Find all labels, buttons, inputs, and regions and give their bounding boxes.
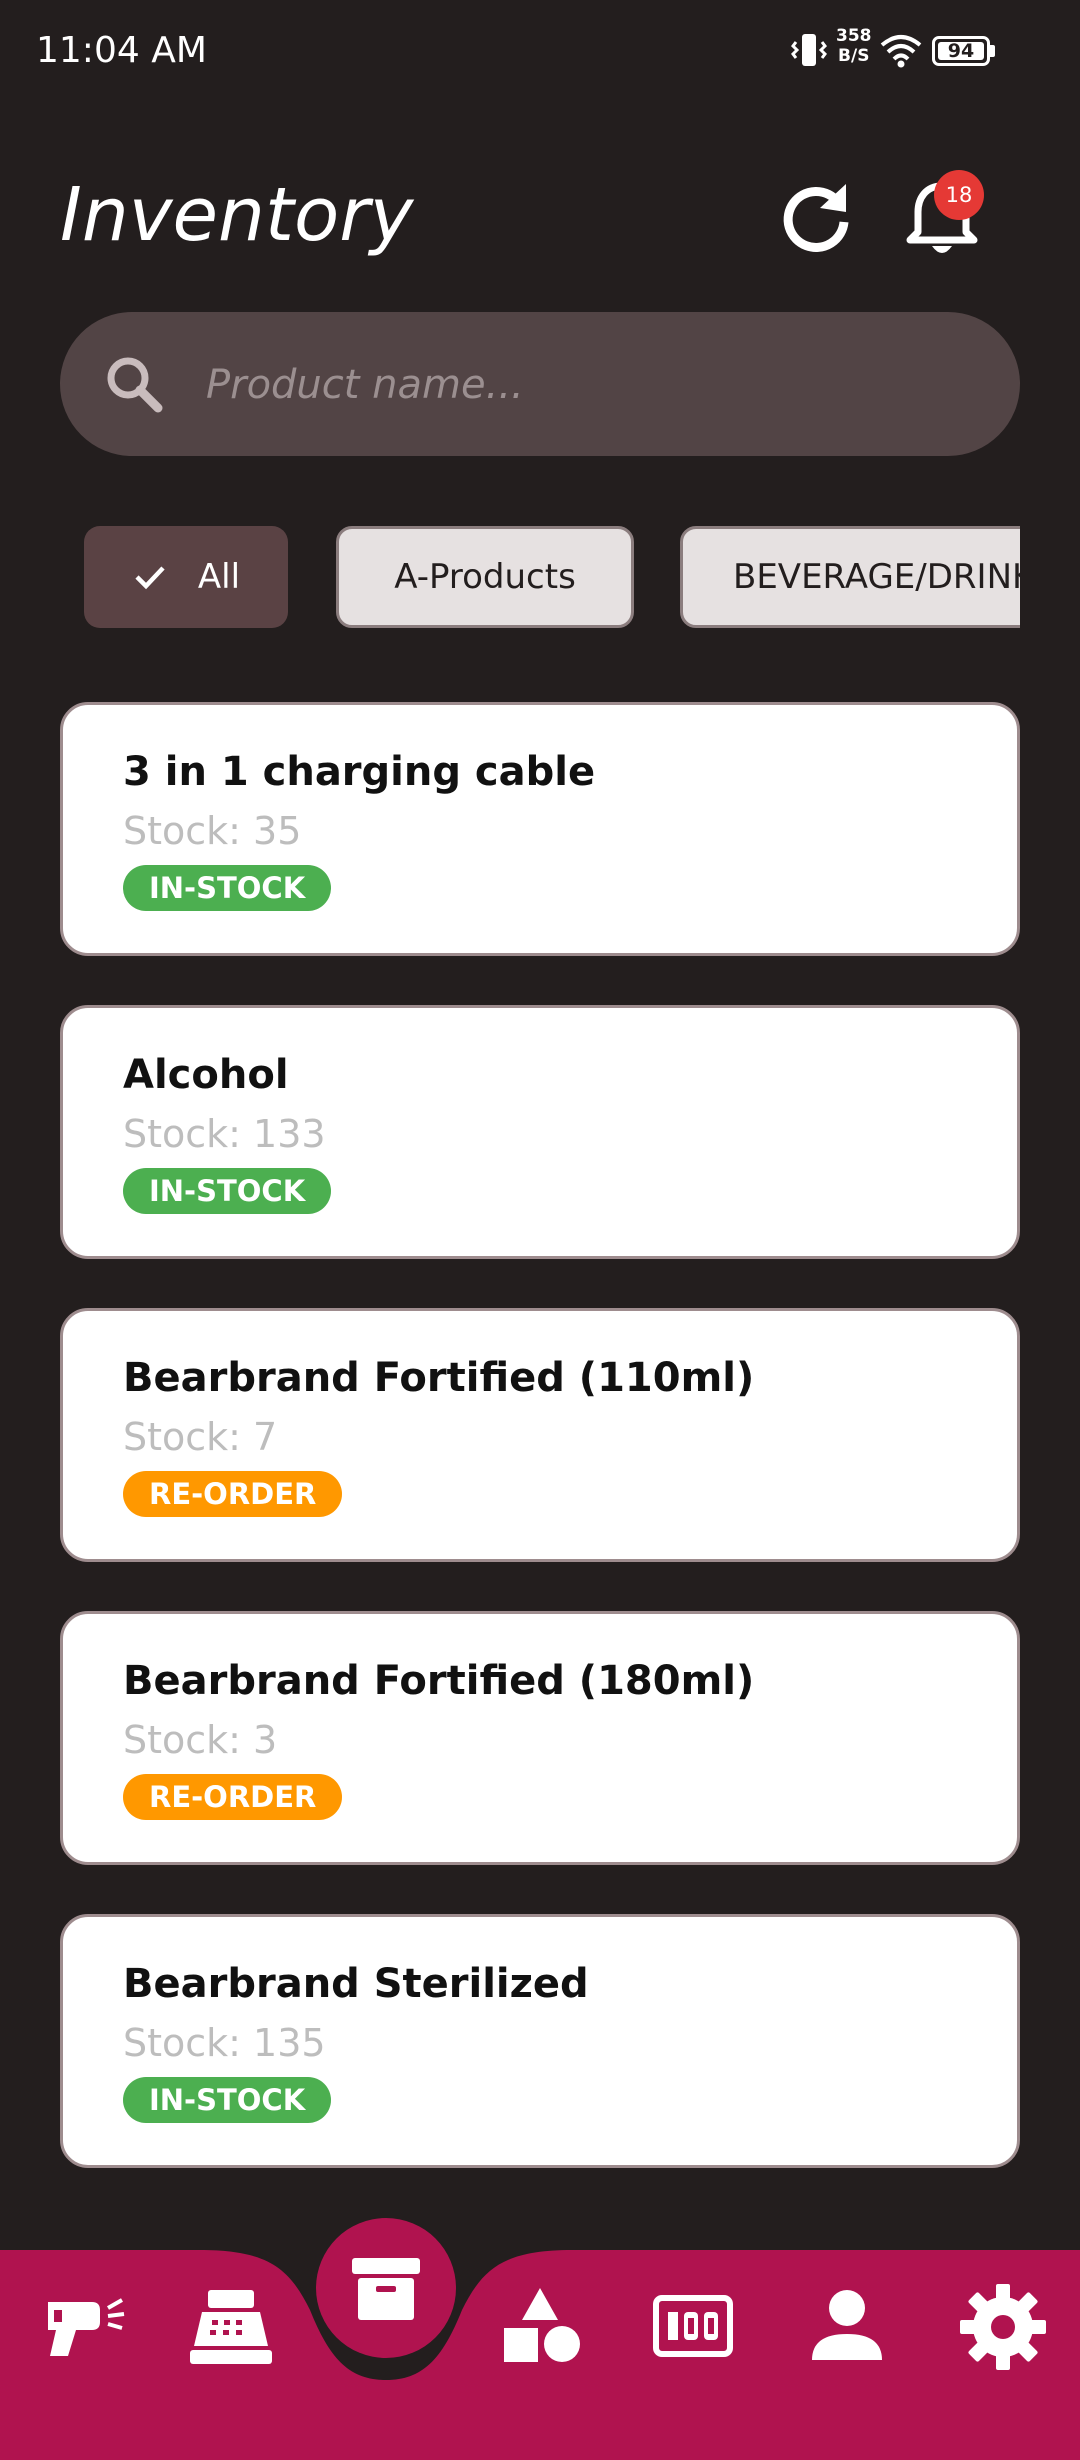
barcode-scanner-icon[interactable]	[28, 2272, 138, 2382]
chip-a-products[interactable]: A-Products	[336, 526, 634, 628]
refresh-icon[interactable]	[776, 178, 856, 258]
battery-nub	[990, 45, 995, 57]
product-card[interactable]: 3 in 1 charging cable Stock: 35 IN-STOCK	[60, 702, 1020, 956]
chip-label: BEVERAGE/DRINKS	[733, 557, 1020, 597]
status-badge: RE-ORDER	[123, 1774, 343, 1820]
page-title: Inventory	[60, 172, 414, 258]
status-badge: IN-STOCK	[123, 2077, 332, 2123]
battery-icon: 94	[932, 36, 990, 66]
cash-register-icon[interactable]	[176, 2272, 286, 2382]
status-badge: IN-STOCK	[123, 1168, 332, 1214]
chip-label: A-Products	[394, 557, 576, 597]
status-badge: RE-ORDER	[123, 1471, 343, 1517]
product-stock: Stock: 135	[123, 2021, 326, 2065]
search-icon	[107, 357, 163, 413]
product-stock: Stock: 133	[123, 1112, 326, 1156]
product-name: Bearbrand Fortified (180ml)	[123, 1658, 755, 1704]
vibrate-icon	[791, 34, 827, 66]
wifi-icon	[880, 35, 922, 68]
product-name: Alcohol	[123, 1052, 289, 1098]
net-speed-value: 358	[836, 26, 872, 46]
person-icon[interactable]	[792, 2272, 902, 2382]
search-input[interactable]	[204, 348, 988, 422]
product-name: 3 in 1 charging cable	[123, 749, 596, 795]
product-card[interactable]: Bearbrand Sterilized Stock: 135 IN-STOCK	[60, 1914, 1020, 2168]
counter-icon[interactable]	[638, 2272, 748, 2382]
product-name: Bearbrand Fortified (110ml)	[123, 1355, 755, 1401]
net-speed: 358 B/S	[836, 26, 872, 66]
status-time: 11:04 AM	[36, 30, 207, 71]
status-icons: 358 B/S 94	[780, 26, 1080, 80]
product-card[interactable]: Bearbrand Fortified (110ml) Stock: 7 RE-…	[60, 1308, 1020, 1562]
net-speed-unit: B/S	[838, 46, 870, 66]
status-badge: IN-STOCK	[123, 865, 332, 911]
chip-all[interactable]: All	[84, 526, 288, 628]
search-bar[interactable]	[60, 312, 1020, 456]
inventory-box-icon	[352, 2258, 420, 2320]
filter-chips: All A-Products BEVERAGE/DRINKS	[60, 526, 1020, 636]
check-icon	[135, 566, 165, 590]
product-stock: Stock: 7	[123, 1415, 278, 1459]
product-stock: Stock: 3	[123, 1718, 278, 1762]
chip-beverage-drinks[interactable]: BEVERAGE/DRINKS	[680, 526, 1020, 628]
notification-badge: 18	[934, 170, 984, 220]
gear-icon[interactable]	[948, 2272, 1058, 2382]
shapes-icon[interactable]	[490, 2272, 600, 2382]
product-stock: Stock: 35	[123, 809, 302, 853]
product-name: Bearbrand Sterilized	[123, 1961, 589, 2007]
product-card[interactable]: Bearbrand Fortified (180ml) Stock: 3 RE-…	[60, 1611, 1020, 1865]
battery-level: 94	[938, 42, 984, 61]
chip-label: All	[197, 557, 241, 597]
product-card[interactable]: Alcohol Stock: 133 IN-STOCK	[60, 1005, 1020, 1259]
inventory-fab[interactable]	[316, 2218, 456, 2358]
